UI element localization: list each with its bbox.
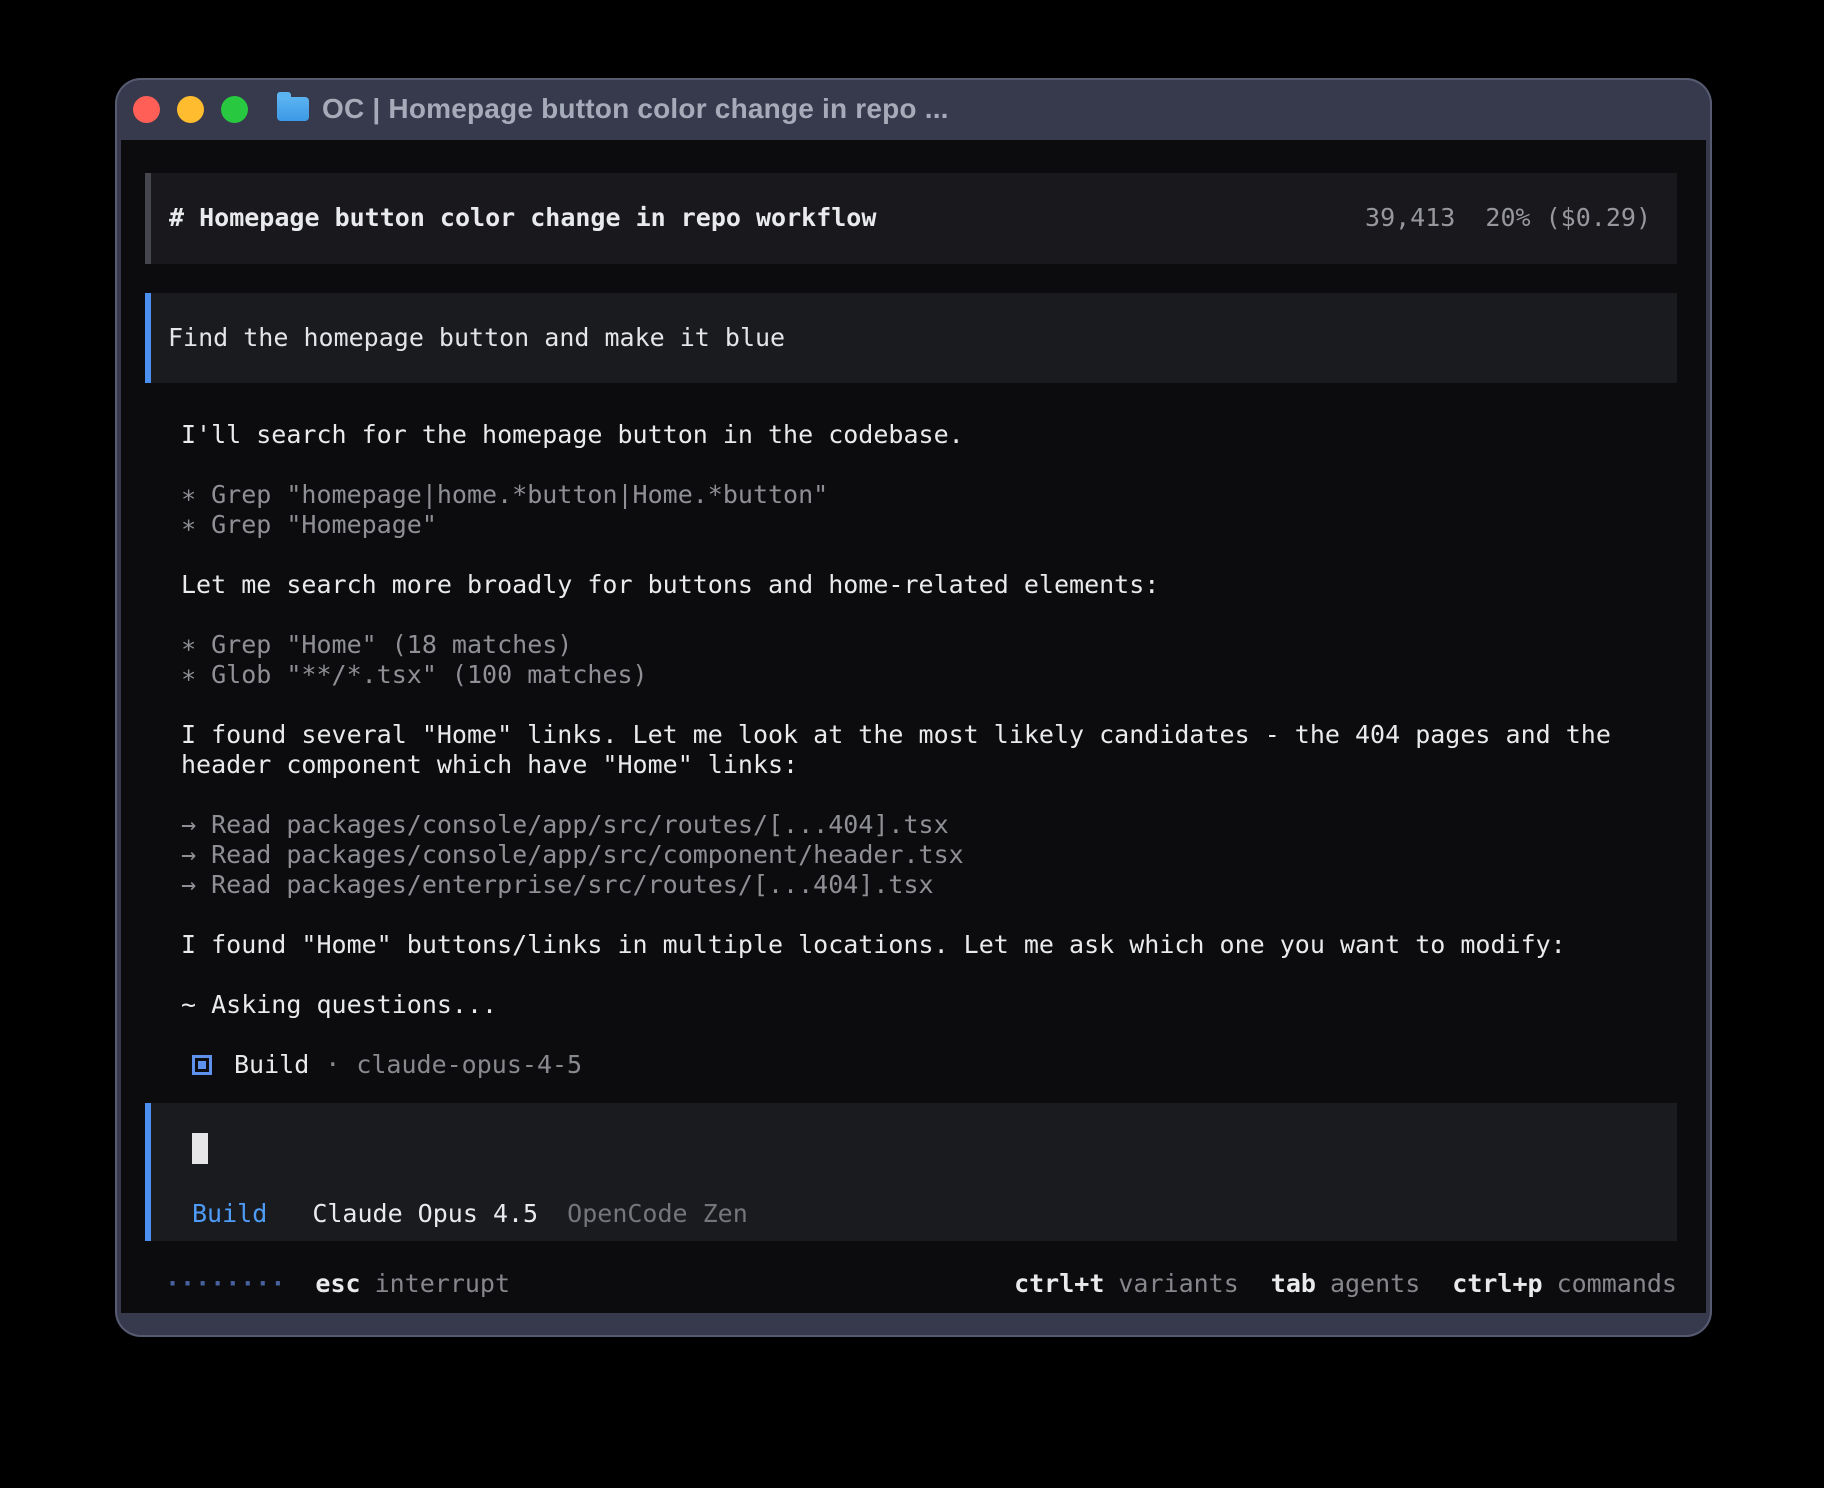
hint-commands: ctrl+p commands bbox=[1452, 1269, 1677, 1299]
transcript-line: ~ Asking questions... bbox=[181, 990, 1677, 1020]
transcript-line: I'll search for the homepage button in t… bbox=[181, 420, 1677, 450]
asterisk-icon: ∗ bbox=[181, 510, 196, 539]
assistant-text: I found several "Home" links. Let me loo… bbox=[181, 720, 1677, 780]
assistant-text: Let me search more broadly for buttons a… bbox=[181, 570, 1677, 600]
tool-call-line: → Read packages/enterprise/src/routes/[.… bbox=[181, 870, 1677, 900]
build-square-icon bbox=[192, 1055, 212, 1075]
traffic-lights bbox=[133, 96, 248, 123]
asterisk-icon: ∗ bbox=[181, 660, 196, 689]
agent-model: claude-opus-4-5 bbox=[356, 1050, 582, 1080]
terminal-window: OC | Homepage button color change in rep… bbox=[115, 78, 1712, 1337]
user-message: Find the homepage button and make it blu… bbox=[145, 293, 1677, 383]
tool-call-group: ∗ Grep "homepage|home.*button|Home.*butt… bbox=[181, 480, 1677, 540]
agent-status-line: Build · claude-opus-4-5 bbox=[192, 1050, 1677, 1080]
hint-agents: tab agents bbox=[1271, 1269, 1420, 1299]
hint-variants: ctrl+t variants bbox=[1014, 1269, 1239, 1299]
transcript: I'll search for the homepage button in t… bbox=[181, 420, 1677, 1020]
prompt-input[interactable]: Build Claude Opus 4.5 OpenCode Zen bbox=[145, 1103, 1677, 1241]
assistant-text: I'll search for the homepage button in t… bbox=[181, 420, 1677, 450]
hint-interrupt-label: interrupt bbox=[375, 1269, 510, 1298]
folder-icon bbox=[277, 97, 309, 121]
keyboard-hints: ctrl+t variants tab agents ctrl+p commands bbox=[982, 1269, 1677, 1299]
status-bar: ········ esc interrupt ctrl+t variants taba… bbox=[165, 1269, 1677, 1299]
zoom-button[interactable] bbox=[221, 96, 248, 123]
hint-variants-key: ctrl+t bbox=[1014, 1269, 1104, 1298]
working-status: ~ Asking questions... bbox=[181, 990, 1677, 1020]
asterisk-icon: ∗ bbox=[181, 480, 196, 509]
agent-name: Build bbox=[234, 1050, 309, 1080]
hint-variants-label: variants bbox=[1118, 1269, 1238, 1298]
tool-call-group: ∗ Grep "Home" (18 matches)∗ Glob "**/*.t… bbox=[181, 630, 1677, 690]
tool-call-line: → Read packages/console/app/src/componen… bbox=[181, 840, 1677, 870]
agent-separator: · bbox=[325, 1050, 340, 1080]
arrow-icon: → bbox=[181, 870, 196, 899]
desktop-background: { "window": { "title": "OC | Homepage bu… bbox=[0, 0, 1824, 1488]
tool-call-line: → Read packages/console/app/src/routes/[… bbox=[181, 810, 1677, 840]
hint-commands-key: ctrl+p bbox=[1452, 1269, 1542, 1298]
hint-commands-label: commands bbox=[1557, 1269, 1677, 1298]
text-cursor bbox=[192, 1133, 208, 1164]
transcript-line: I found "Home" buttons/links in multiple… bbox=[181, 930, 1677, 960]
hint-agents-label: agents bbox=[1330, 1269, 1420, 1298]
asterisk-icon: ∗ bbox=[181, 630, 196, 659]
tool-call-group: → Read packages/console/app/src/routes/[… bbox=[181, 810, 1677, 900]
assistant-text: I found "Home" buttons/links in multiple… bbox=[181, 930, 1677, 960]
hint-agents-key: tab bbox=[1271, 1269, 1316, 1298]
input-footer: Build Claude Opus 4.5 OpenCode Zen bbox=[192, 1199, 1653, 1229]
spinner-dots-icon: ········ bbox=[165, 1269, 285, 1299]
session-header: # Homepage button color change in repo w… bbox=[145, 173, 1677, 264]
input-provider-label: OpenCode Zen bbox=[567, 1199, 748, 1228]
tool-call-line: ∗ Grep "Homepage" bbox=[181, 510, 1677, 540]
session-stats: 39,413 20% ($0.29) bbox=[1365, 203, 1651, 233]
arrow-icon: → bbox=[181, 810, 196, 839]
tool-call-line: ∗ Grep "homepage|home.*button|Home.*butt… bbox=[181, 480, 1677, 510]
window-title: OC | Homepage button color change in rep… bbox=[322, 93, 949, 125]
input-agent-label[interactable]: Build bbox=[192, 1199, 267, 1228]
user-message-text: Find the homepage button and make it blu… bbox=[168, 323, 785, 352]
hint-interrupt: esc interrupt bbox=[315, 1269, 510, 1299]
window-titlebar: OC | Homepage button color change in rep… bbox=[115, 78, 1712, 140]
minimize-button[interactable] bbox=[177, 96, 204, 123]
hint-interrupt-key: esc bbox=[315, 1269, 360, 1298]
session-title: # Homepage button color change in repo w… bbox=[169, 203, 876, 233]
tool-call-line: ∗ Glob "**/*.tsx" (100 matches) bbox=[181, 660, 1677, 690]
arrow-icon: → bbox=[181, 840, 196, 869]
terminal-content: # Homepage button color change in repo w… bbox=[121, 140, 1706, 1313]
close-button[interactable] bbox=[133, 96, 160, 123]
input-model-label[interactable]: Claude Opus 4.5 bbox=[312, 1199, 538, 1228]
transcript-line: Let me search more broadly for buttons a… bbox=[181, 570, 1677, 600]
transcript-line: I found several "Home" links. Let me loo… bbox=[181, 720, 1677, 780]
tool-call-line: ∗ Grep "Home" (18 matches) bbox=[181, 630, 1677, 660]
